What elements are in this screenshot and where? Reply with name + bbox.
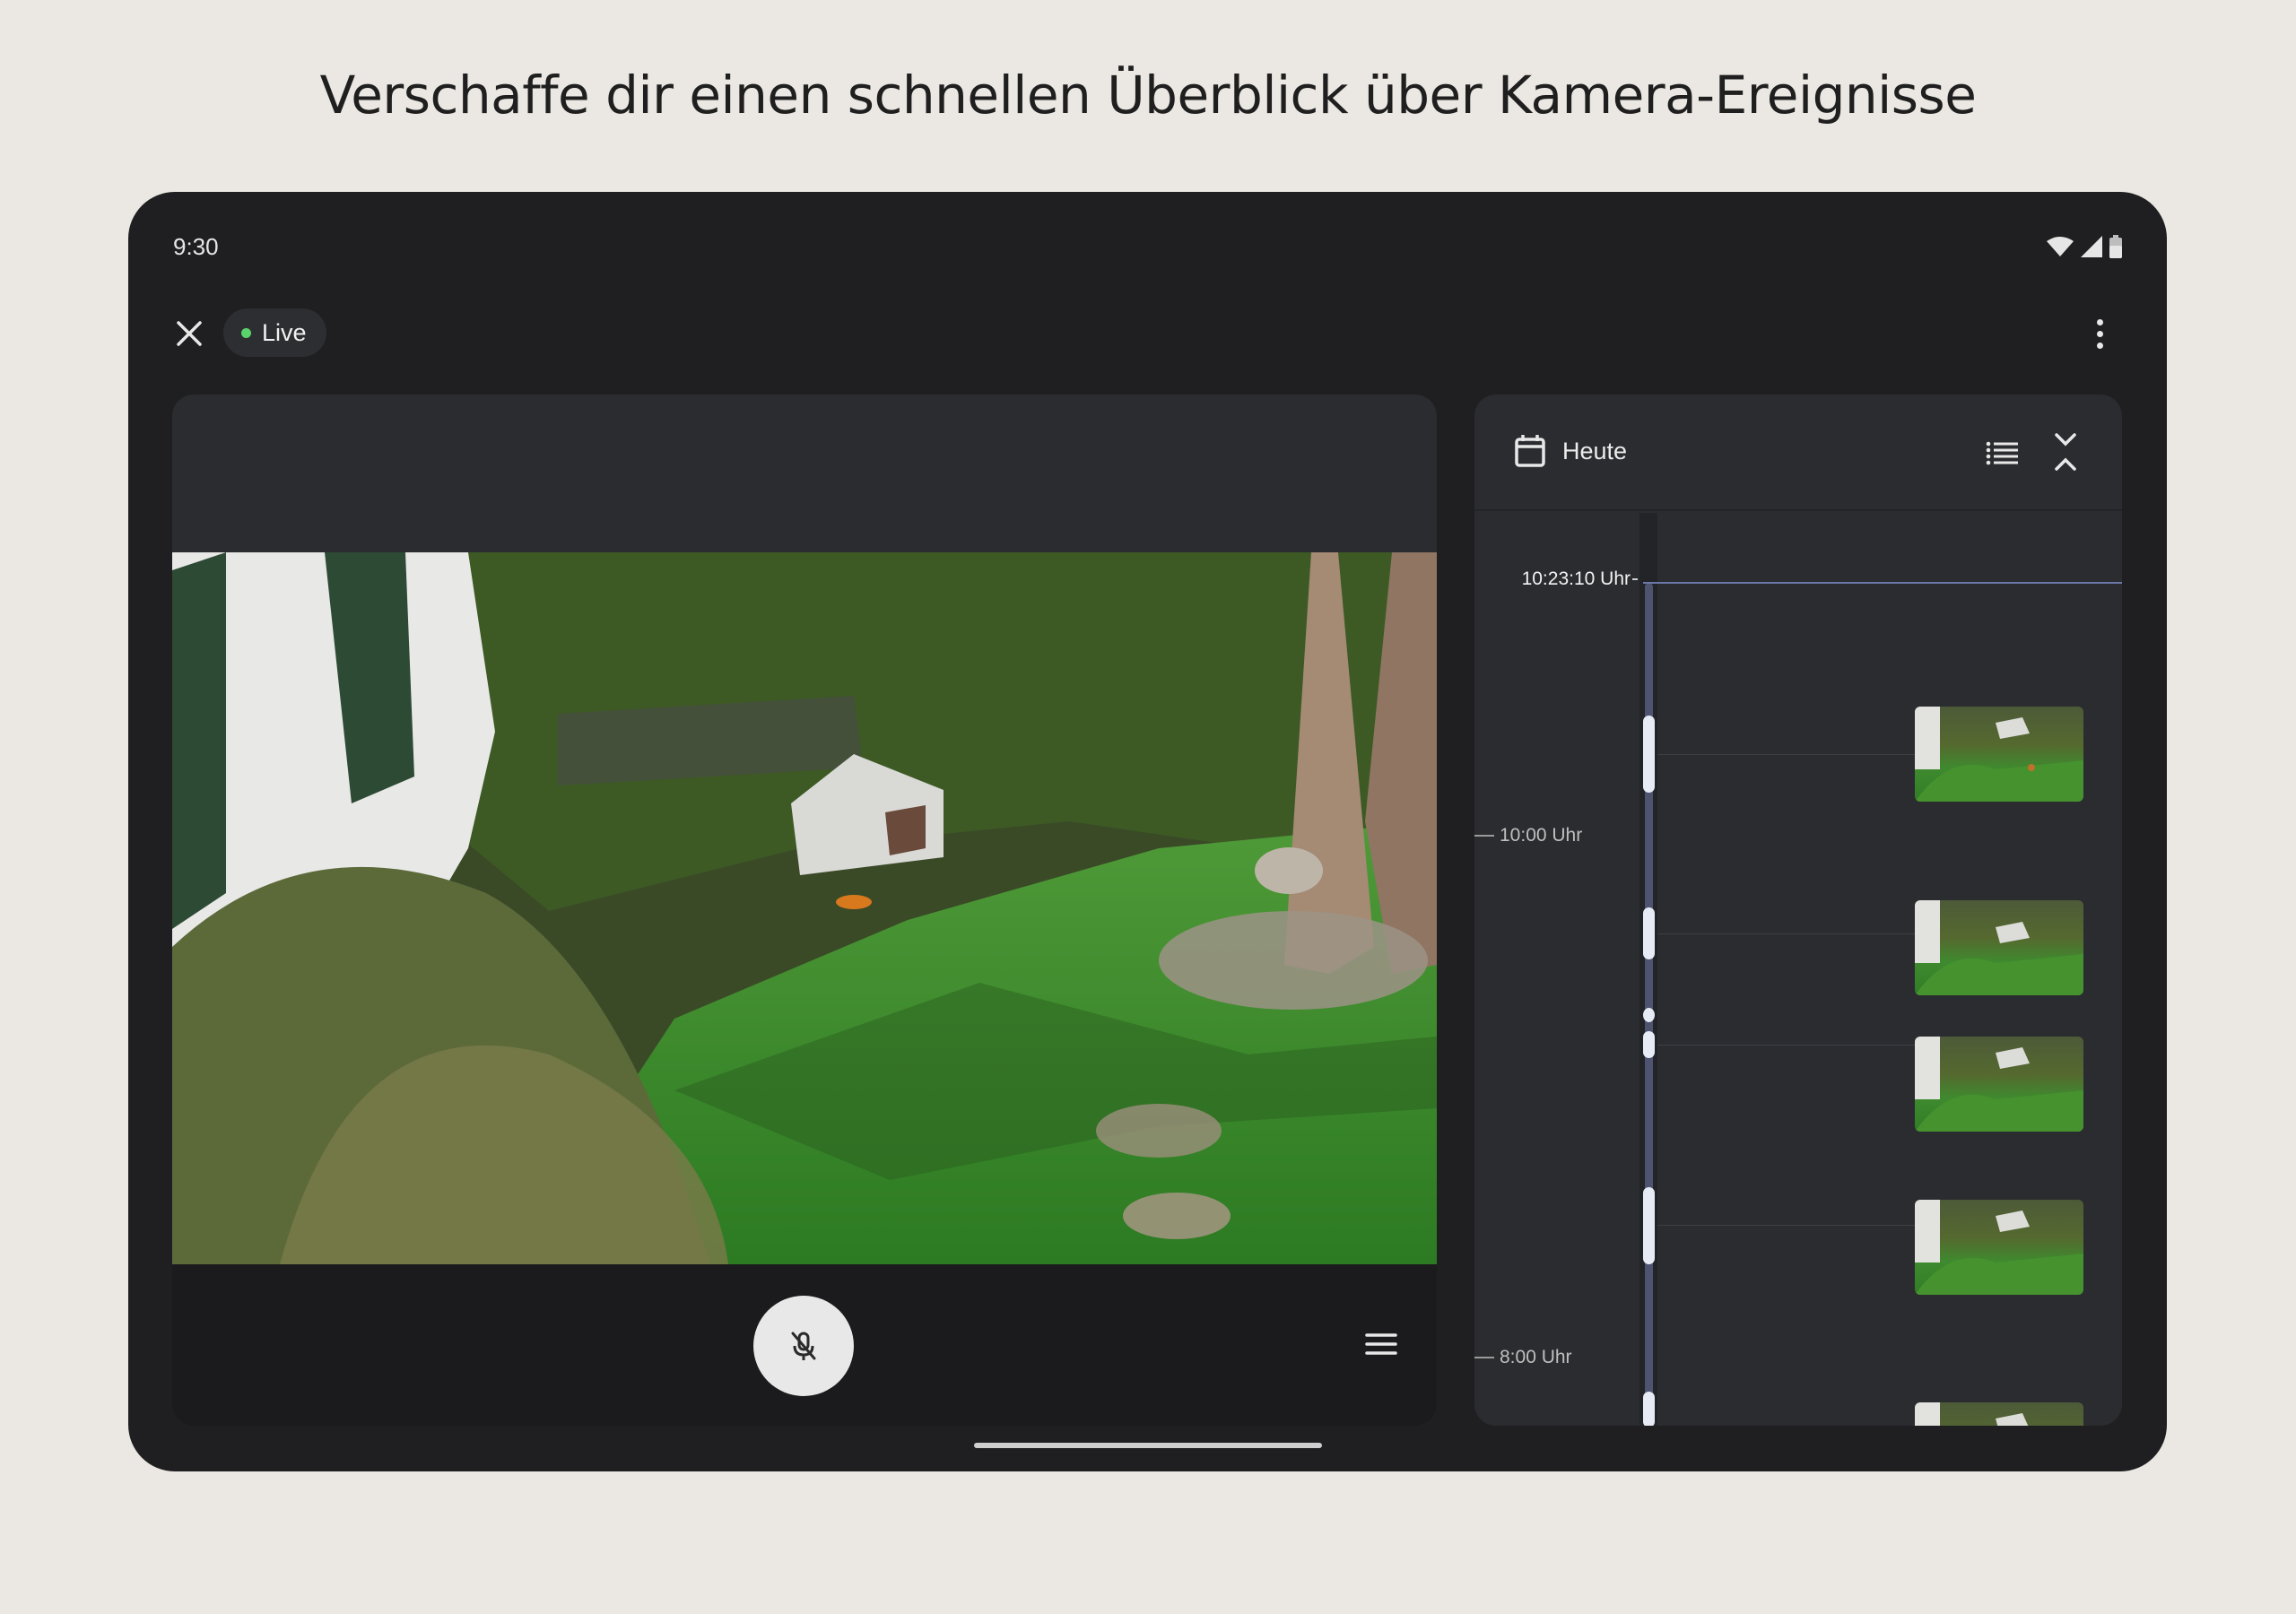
date-picker[interactable]: Heute [1514, 434, 1627, 468]
event-thumbnail[interactable] [1915, 900, 2083, 995]
close-icon[interactable] [171, 316, 207, 351]
wifi-icon [2047, 237, 2074, 256]
event-timeline[interactable]: 10:23:10 Uhr 10:00 Uhr 8:00 Uhr [1474, 513, 2122, 1426]
collapse-icon[interactable] [2052, 432, 2079, 472]
event-connector [1657, 933, 1915, 934]
event-segment[interactable] [1643, 716, 1655, 793]
calendar-icon [1515, 435, 1545, 467]
event-segment[interactable] [1643, 1031, 1655, 1058]
mic-toggle-button[interactable] [753, 1296, 854, 1396]
events-panel: Heute 10:23:10 Uhr 10:00 Uhr 8:00 Uhr [1474, 395, 2122, 1426]
list-view-icon[interactable] [1986, 439, 2020, 466]
page-headline: Verschaffe dir einen schnellen Überblick… [319, 65, 1977, 126]
event-thumbnail[interactable] [1915, 1402, 2083, 1426]
home-indicator[interactable] [974, 1443, 1322, 1448]
status-icons [2047, 235, 2122, 258]
video-panel [172, 395, 1437, 1426]
current-time-line [1643, 582, 2122, 584]
event-segment[interactable] [1643, 1008, 1655, 1022]
event-connector [1657, 1225, 1915, 1226]
more-vert-icon[interactable] [2086, 314, 2113, 353]
camera-scene-image [172, 552, 1437, 1264]
event-segment[interactable] [1643, 907, 1655, 959]
live-label: Live [262, 318, 307, 346]
event-thumbnail[interactable] [1915, 1037, 2083, 1132]
menu-icon[interactable] [1365, 1331, 1397, 1358]
event-connector [1657, 754, 1915, 755]
event-thumbnail[interactable] [1915, 1200, 2083, 1295]
live-indicator-dot [241, 327, 251, 338]
date-label: Heute [1562, 437, 1628, 464]
tablet-device: 9:30 Live Heute 10:23:10 Uhr 10:00 Uhr 8… [128, 192, 2167, 1471]
event-segment[interactable] [1643, 1392, 1655, 1426]
mic-off-icon [791, 1332, 816, 1360]
events-header: Heute [1474, 395, 2122, 511]
event-thumbnail[interactable] [1915, 707, 2083, 802]
hour-label: 8:00 Uhr [1474, 1347, 1572, 1368]
event-connector [1657, 1045, 1915, 1046]
live-chip[interactable]: Live [223, 308, 326, 357]
event-segment[interactable] [1643, 1187, 1655, 1264]
current-time-label: 10:23:10 Uhr [1474, 568, 1638, 590]
timeline-track [1645, 583, 1653, 1426]
video-controls-bar [172, 1264, 1437, 1426]
status-time: 9:30 [173, 233, 219, 260]
signal-icon [2081, 236, 2102, 257]
battery-icon [2109, 235, 2122, 258]
hour-label: 10:00 Uhr [1474, 825, 1582, 846]
camera-live-feed[interactable] [172, 552, 1437, 1264]
